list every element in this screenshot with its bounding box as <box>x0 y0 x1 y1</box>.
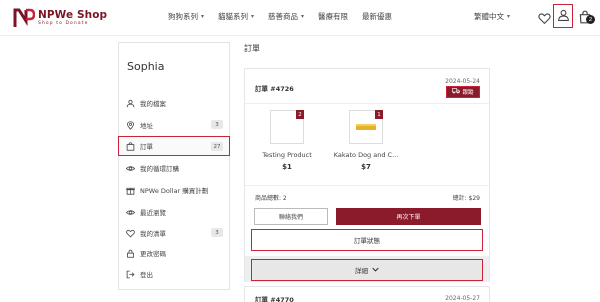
nav-item-charity[interactable]: 慈善商品 ▾ <box>268 11 304 22</box>
cart-count-badge: 2 <box>586 15 595 24</box>
count-badge: 3 <box>211 120 223 129</box>
product-price: $7 <box>361 163 371 171</box>
sidebar-item-label: 最近瀏覽 <box>140 209 166 217</box>
sidebar-item-label: 我的清單 <box>140 230 166 238</box>
chevron-down-icon <box>372 266 379 274</box>
track-order-button[interactable]: 跟蹤 <box>446 86 480 98</box>
order-card: 訂單 #4726 2024-05-24 跟蹤 2 Testing Product… <box>244 68 490 282</box>
product-name: Kakato Dog and C... <box>333 151 399 159</box>
order-number: 訂單 #4726 <box>255 85 294 93</box>
sidebar-item-label: 登出 <box>140 271 153 279</box>
logo-mark-icon <box>13 7 36 29</box>
divider <box>245 103 489 104</box>
sidebar-item-label: 訂單 <box>140 143 153 151</box>
sidebar-item-logout[interactable]: 登出 <box>119 264 229 284</box>
quantity-badge: 1 <box>375 110 383 119</box>
nav-item-dogs[interactable]: 狗狗系列 ▾ <box>168 11 204 22</box>
sidebar-item-profile[interactable]: 我的檔案 <box>119 93 229 113</box>
user-icon <box>557 7 570 26</box>
user-icon <box>125 98 135 108</box>
sidebar-item-label: 更改密碼 <box>140 250 166 258</box>
sidebar-item-recently-viewed[interactable]: 最近瀏覽 <box>119 202 229 222</box>
contact-us-button[interactable]: 聯絡我們 <box>254 208 328 225</box>
order-product[interactable]: 2 Testing Product $1 <box>252 110 322 171</box>
truck-icon <box>452 88 461 96</box>
count-badge: 3 <box>211 228 223 237</box>
page-title: 訂單 <box>244 44 260 53</box>
sidebar-item-subscriptions[interactable]: 我的循環訂購 <box>119 158 229 178</box>
sidebar-item-orders[interactable]: 訂單 27 <box>118 136 230 156</box>
account-sidebar: Sophia 我的檔案 地址 3 訂單 27 我的循環訂購 NPWe Dolla… <box>118 42 230 290</box>
heart-icon <box>125 228 135 238</box>
chevron-down-icon: ▾ <box>507 13 511 20</box>
lock-icon <box>125 248 135 258</box>
eye-icon <box>125 163 135 173</box>
user-name: Sophia <box>127 60 165 73</box>
sidebar-item-wishlist[interactable]: 我的清單 3 <box>119 223 229 243</box>
order-product[interactable]: 1 Kakato Dog and C... $7 <box>331 110 401 171</box>
logo-subtitle: Shop to Donate <box>38 20 89 26</box>
divider <box>245 185 489 186</box>
sidebar-item-npwe-dollar[interactable]: NPWe Dollar 購買計劃 <box>119 180 229 200</box>
order-bag-icon <box>125 141 135 151</box>
product-price: $1 <box>282 163 292 171</box>
sidebar-item-label: NPWe Dollar 購買計劃 <box>140 187 209 195</box>
nav-item-cats[interactable]: 貓貓系列 ▾ <box>218 11 254 22</box>
nav-item-offers[interactable]: 最新優惠 <box>362 11 392 22</box>
item-count: 商品總數: 2 <box>255 195 287 202</box>
sidebar-item-label: 我的檔案 <box>140 100 166 108</box>
location-pin-icon <box>125 120 135 130</box>
quantity-badge: 2 <box>296 110 304 119</box>
logo-title: NPWe Shop <box>38 9 108 21</box>
site-logo[interactable]: NPWe Shop Shop to Donate <box>13 5 107 31</box>
details-toggle-button[interactable]: 詳細 <box>251 259 483 281</box>
eye-icon <box>125 207 135 217</box>
sidebar-item-address[interactable]: 地址 3 <box>119 115 229 135</box>
details-label: 詳細 <box>355 267 368 275</box>
product-name: Testing Product <box>262 151 312 159</box>
main-nav: 狗狗系列 ▾ 貓貓系列 ▾ 慈善商品 ▾ 醫療有限 最新優惠 <box>168 11 406 22</box>
order-card: 訂單 #4770 2024-05-27 <box>244 286 490 302</box>
sidebar-item-change-password[interactable]: 更改密碼 <box>119 243 229 263</box>
order-date: 2024-05-24 <box>445 78 480 85</box>
chevron-down-icon: ▾ <box>301 13 305 20</box>
language-selector[interactable]: 繁體中文 ▾ <box>474 11 510 22</box>
heart-icon[interactable] <box>538 10 551 25</box>
gift-icon <box>125 185 135 195</box>
chevron-down-icon: ▾ <box>201 13 205 20</box>
product-thumbnail: 1 <box>349 110 383 144</box>
sidebar-item-label: 地址 <box>140 122 153 130</box>
sidebar-item-label: 我的循環訂購 <box>140 165 179 173</box>
order-total: 總計: $29 <box>452 195 480 202</box>
reorder-button[interactable]: 再次下單 <box>336 208 481 225</box>
track-label: 跟蹤 <box>462 90 474 96</box>
nav-item-medical[interactable]: 醫療有限 <box>318 11 348 22</box>
logout-icon <box>125 269 135 279</box>
chevron-down-icon: ▾ <box>251 13 255 20</box>
order-number: 訂單 #4770 <box>255 296 294 302</box>
order-status-button[interactable]: 訂單狀態 <box>251 229 483 251</box>
product-thumbnail: 2 <box>270 110 304 144</box>
order-date: 2024-05-27 <box>445 295 480 302</box>
site-header: NPWe Shop Shop to Donate 狗狗系列 ▾ 貓貓系列 ▾ 慈善商… <box>0 0 600 36</box>
count-badge: 27 <box>211 142 223 151</box>
account-button[interactable] <box>553 4 573 28</box>
